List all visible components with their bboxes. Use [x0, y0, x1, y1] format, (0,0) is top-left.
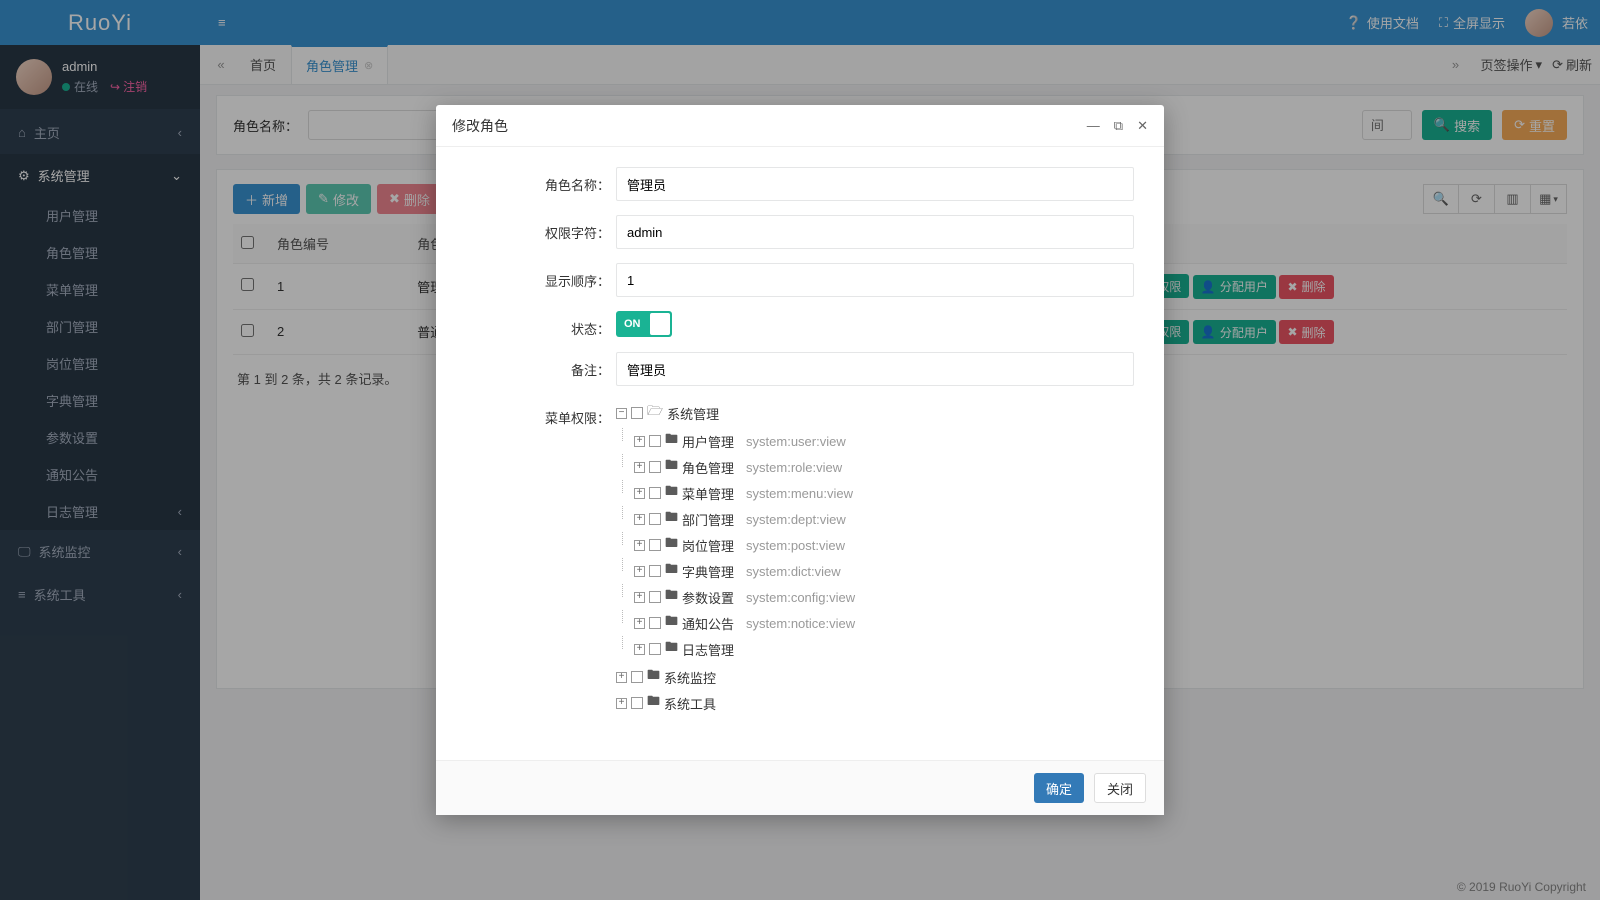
- tree-checkbox[interactable]: [631, 407, 643, 419]
- tree-expander[interactable]: −: [616, 408, 627, 419]
- tree-checkbox[interactable]: [649, 513, 661, 525]
- tree-label[interactable]: 系统管理: [667, 404, 719, 423]
- tree-label[interactable]: 角色管理: [682, 458, 734, 477]
- label-role-key: 权限字符：: [466, 215, 616, 242]
- edit-role-modal: 修改角色 — ⧉ ✕ 角色名称： 权限字符： 显示顺序： 状态：: [436, 105, 1164, 815]
- label-perms: 菜单权限：: [466, 400, 616, 427]
- tree-expander[interactable]: +: [634, 566, 645, 577]
- tree-perm-code: system:config:view: [746, 590, 855, 605]
- tree-node: + 🖿 字典管理 system:dict:view: [634, 558, 1134, 584]
- tree-label[interactable]: 部门管理: [682, 510, 734, 529]
- tree-node: + 🖿 系统工具: [616, 690, 1134, 716]
- status-toggle[interactable]: ON: [616, 311, 672, 337]
- maximize-button[interactable]: ⧉: [1114, 118, 1123, 134]
- tree-label[interactable]: 用户管理: [682, 432, 734, 451]
- tree-label[interactable]: 通知公告: [682, 614, 734, 633]
- tree-label[interactable]: 参数设置: [682, 588, 734, 607]
- tree-checkbox[interactable]: [631, 671, 643, 683]
- tree-expander[interactable]: +: [634, 540, 645, 551]
- modal-title: 修改角色: [452, 116, 508, 136]
- folder-icon: 🖿: [647, 692, 660, 714]
- tree-node: + 🖿 角色管理 system:role:view: [634, 454, 1134, 480]
- tree-expander[interactable]: +: [634, 592, 645, 603]
- tree-checkbox[interactable]: [631, 697, 643, 709]
- tree-node: + 🖿 日志管理: [634, 636, 1134, 662]
- tree-node: + 🖿 通知公告 system:notice:view: [634, 610, 1134, 636]
- tree-expander[interactable]: +: [634, 644, 645, 655]
- ok-button[interactable]: 确定: [1034, 773, 1084, 803]
- tree-expander[interactable]: +: [616, 698, 627, 709]
- folder-icon: 🖿: [647, 666, 660, 688]
- folder-icon: 🖿: [665, 534, 678, 556]
- tree-checkbox[interactable]: [649, 461, 661, 473]
- tree-expander[interactable]: +: [634, 618, 645, 629]
- tree-label[interactable]: 日志管理: [682, 640, 734, 659]
- toggle-knob: [650, 313, 670, 335]
- label-remark: 备注：: [466, 352, 616, 379]
- tree-expander[interactable]: +: [634, 488, 645, 499]
- folder-icon: 🖿: [665, 638, 678, 660]
- tree-perm-code: system:menu:view: [746, 486, 853, 501]
- tree-expander[interactable]: +: [616, 672, 627, 683]
- label-status: 状态：: [466, 311, 616, 338]
- cancel-button[interactable]: 关闭: [1094, 773, 1146, 803]
- label-order: 显示顺序：: [466, 263, 616, 290]
- tree-checkbox[interactable]: [649, 565, 661, 577]
- tree-node: + 🖿 菜单管理 system:menu:view: [634, 480, 1134, 506]
- tree-node: + 🖿 部门管理 system:dept:view: [634, 506, 1134, 532]
- folder-icon: 🖿: [665, 612, 678, 634]
- label-role-name: 角色名称：: [466, 167, 616, 194]
- tree-label[interactable]: 系统工具: [664, 694, 716, 713]
- tree-checkbox[interactable]: [649, 435, 661, 447]
- input-remark[interactable]: [616, 352, 1134, 386]
- folder-open-icon: 🗁: [647, 402, 663, 424]
- tree-label[interactable]: 岗位管理: [682, 536, 734, 555]
- folder-icon: 🖿: [665, 560, 678, 582]
- tree-perm-code: system:user:view: [746, 434, 846, 449]
- tree-node: + 🖿 参数设置 system:config:view: [634, 584, 1134, 610]
- tree-expander[interactable]: +: [634, 462, 645, 473]
- tree-perm-code: system:dict:view: [746, 564, 841, 579]
- tree-node: + 🖿 岗位管理 system:post:view: [634, 532, 1134, 558]
- tree-node: + 🖿 系统监控: [616, 664, 1134, 690]
- minimize-button[interactable]: —: [1087, 118, 1100, 134]
- tree-checkbox[interactable]: [649, 617, 661, 629]
- folder-icon: 🖿: [665, 586, 678, 608]
- input-role-key[interactable]: [616, 215, 1134, 249]
- tree-perm-code: system:role:view: [746, 460, 842, 475]
- tree-node: + 🖿 用户管理 system:user:view: [634, 428, 1134, 454]
- tree-label[interactable]: 系统监控: [664, 668, 716, 687]
- input-role-name[interactable]: [616, 167, 1134, 201]
- close-button[interactable]: ✕: [1137, 118, 1148, 134]
- modal-overlay: 修改角色 — ⧉ ✕ 角色名称： 权限字符： 显示顺序： 状态：: [0, 0, 1600, 900]
- folder-icon: 🖿: [665, 456, 678, 478]
- tree-node: − 🗁 系统管理 + 🖿 用户管理 system:user:view + 🖿 角…: [616, 400, 1134, 664]
- tree-label[interactable]: 菜单管理: [682, 484, 734, 503]
- tree-perm-code: system:dept:view: [746, 512, 846, 527]
- tree-checkbox[interactable]: [649, 539, 661, 551]
- folder-icon: 🖿: [665, 508, 678, 530]
- close-icon: ✕: [1137, 118, 1148, 133]
- tree-perm-code: system:post:view: [746, 538, 845, 553]
- maximize-icon: ⧉: [1114, 118, 1123, 133]
- tree-checkbox[interactable]: [649, 643, 661, 655]
- tree-checkbox[interactable]: [649, 591, 661, 603]
- tree-expander[interactable]: +: [634, 436, 645, 447]
- input-order[interactable]: [616, 263, 1134, 297]
- tree-expander[interactable]: +: [634, 514, 645, 525]
- tree-label[interactable]: 字典管理: [682, 562, 734, 581]
- tree-perm-code: system:notice:view: [746, 616, 855, 631]
- minimize-icon: —: [1087, 118, 1100, 133]
- tree-checkbox[interactable]: [649, 487, 661, 499]
- perm-tree: − 🗁 系统管理 + 🖿 用户管理 system:user:view + 🖿 角…: [616, 400, 1134, 716]
- folder-icon: 🖿: [665, 482, 678, 504]
- folder-icon: 🖿: [665, 430, 678, 452]
